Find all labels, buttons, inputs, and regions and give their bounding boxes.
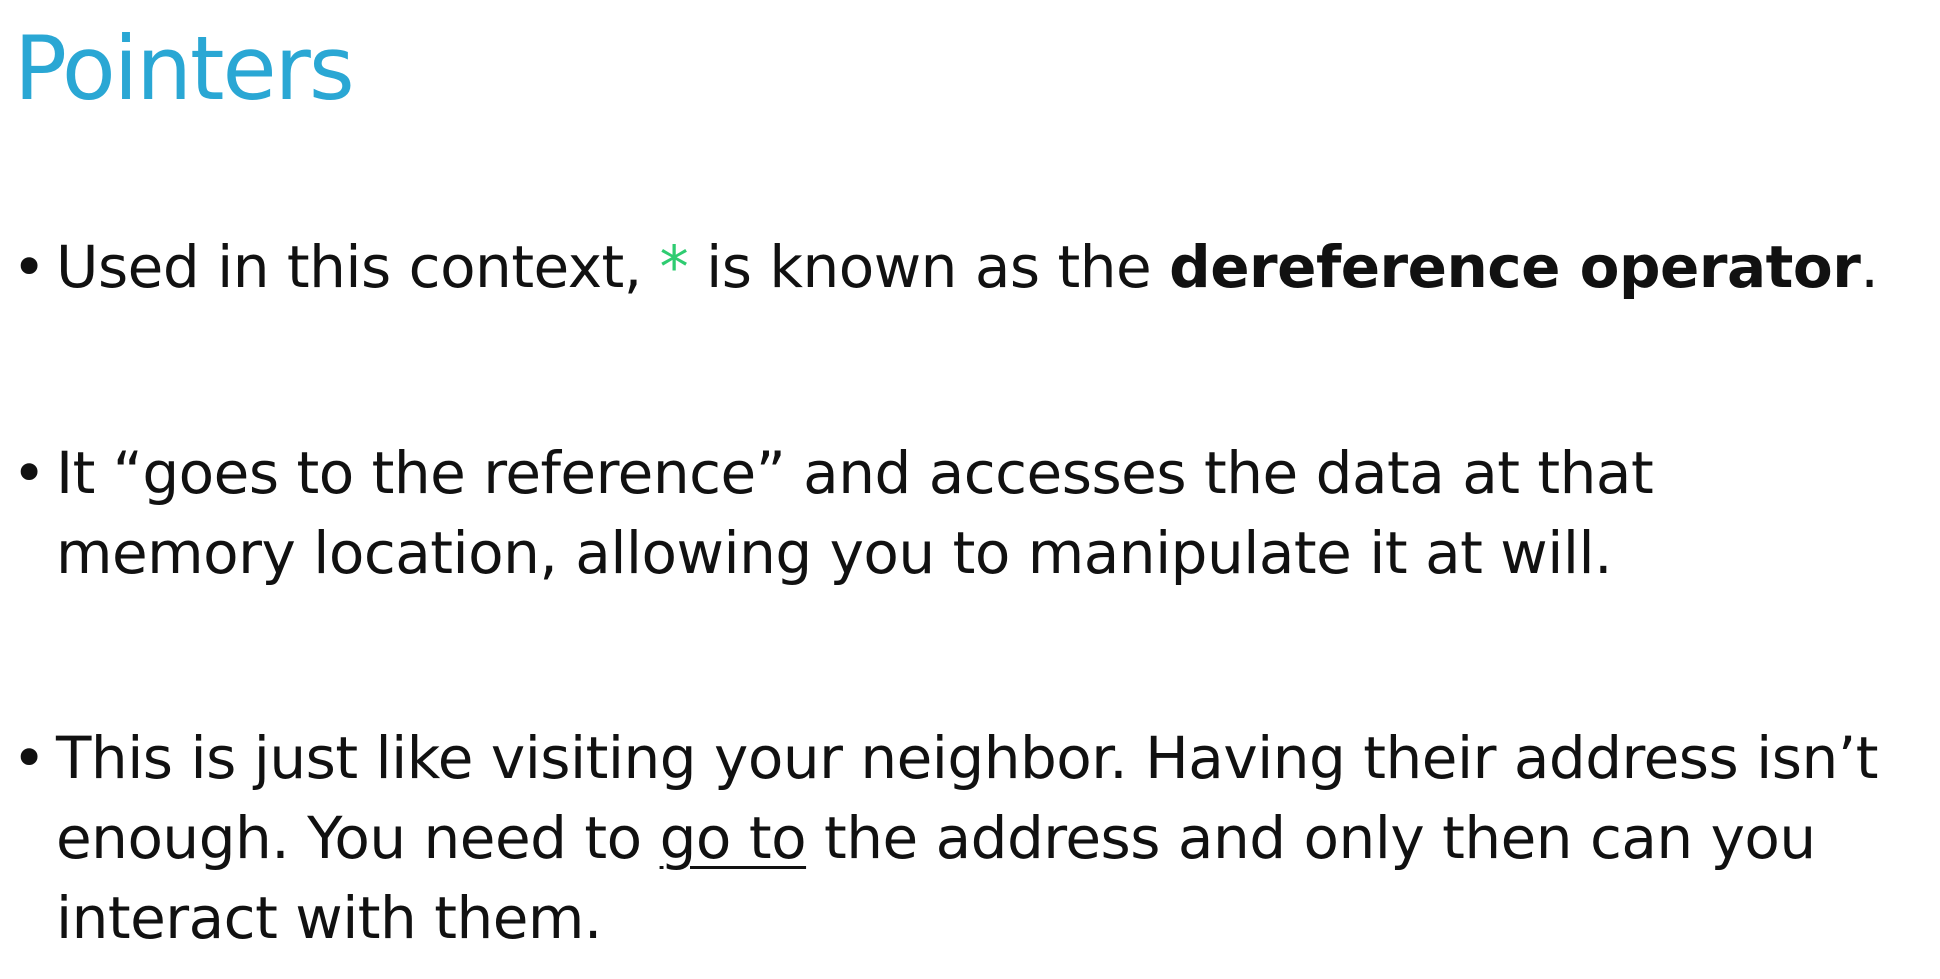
underlined-phrase: go to: [659, 804, 807, 872]
bullet-text: Used in this context, * is known as the …: [56, 227, 1879, 307]
bullet-line: Used in this context, * is known as the …: [56, 227, 1879, 307]
bullet-dot-icon: •: [12, 233, 46, 301]
bullet-dot-icon: •: [12, 724, 46, 792]
text-segment: is known as the: [688, 233, 1170, 301]
bold-term: dereference operator: [1169, 233, 1861, 301]
text-segment: enough. You need to: [56, 804, 660, 872]
bullet-line: memory location, allowing you to manipul…: [56, 519, 1613, 587]
bullet-text: It “goes to the reference” and accesses …: [56, 433, 1654, 593]
bullet-line: This is just like visiting your neighbor…: [56, 724, 1878, 792]
bullet-dot-icon: •: [12, 439, 46, 507]
bullet-line: It “goes to the reference” and accesses …: [56, 439, 1654, 507]
text-segment: Used in this context,: [56, 233, 660, 301]
text-segment: .: [1860, 233, 1879, 301]
text-segment: the address and only then can you: [806, 804, 1816, 872]
asterisk-operator: *: [659, 233, 689, 301]
bullet-line: enough. You need to go to the address an…: [56, 798, 1878, 878]
bullet-text: This is just like visiting your neighbor…: [56, 718, 1878, 958]
slide: Pointers • Used in this context, * is kn…: [0, 0, 1940, 979]
slide-title: Pointers: [14, 17, 355, 120]
bullet-line: interact with them.: [56, 884, 602, 952]
